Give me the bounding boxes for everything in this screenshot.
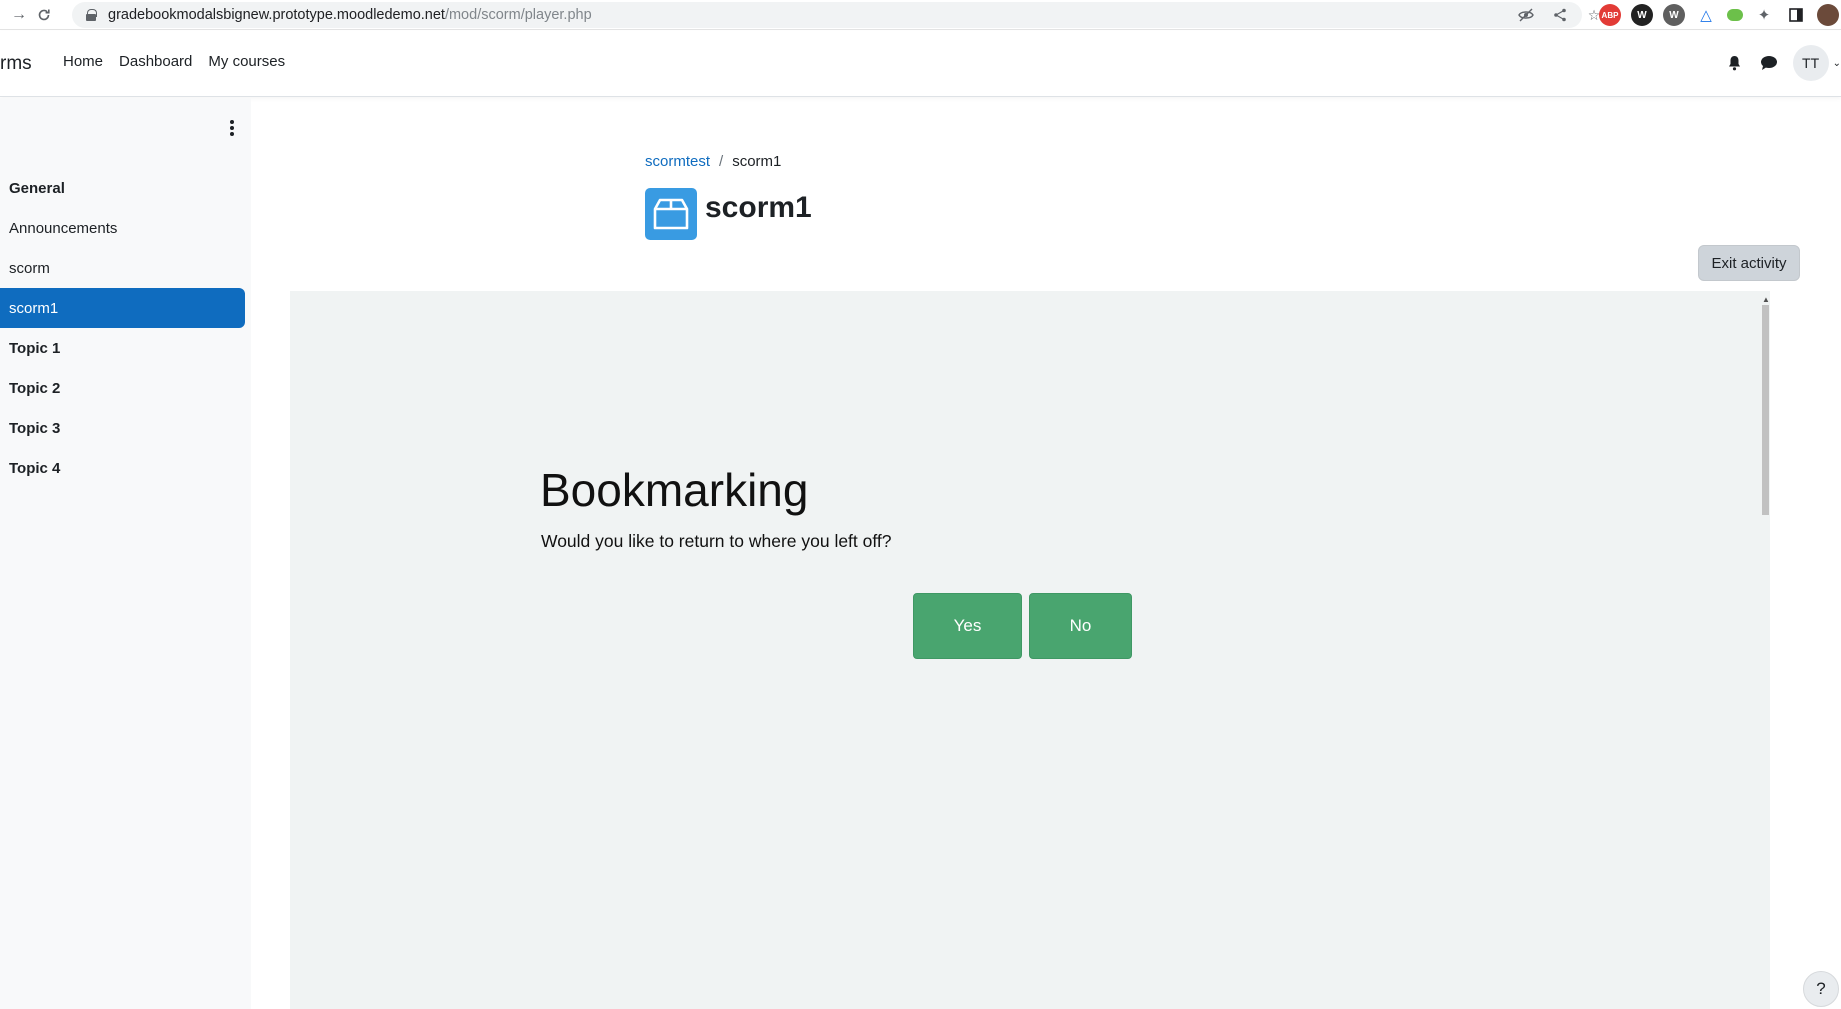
puzzle-icon[interactable]: ✦ — [1753, 4, 1775, 26]
course-index-section-general[interactable]: General — [0, 168, 245, 208]
course-index-activity-announcements[interactable]: Announcements — [0, 208, 245, 248]
course-index-activity-scorm1[interactable]: scorm1 — [0, 288, 245, 328]
course-index-drawer: General Announcements scorm scorm1 Topic… — [0, 98, 251, 1009]
bookmarking-question: Would you like to return to where you le… — [541, 531, 892, 551]
user-avatar[interactable]: TT — [1792, 45, 1829, 81]
reload-icon[interactable] — [33, 4, 55, 26]
breadcrumb-separator: / — [719, 153, 724, 170]
site-brand[interactable]: rms — [0, 53, 32, 75]
url-host: gradebookmodalsbignew.prototype.moodlede… — [108, 7, 445, 23]
extension-w-dark-icon[interactable]: W — [1631, 4, 1653, 26]
nav-my-courses-link[interactable]: My courses — [208, 53, 285, 70]
scorm-package-icon — [645, 188, 697, 240]
player-scrollbar[interactable]: ▲ — [1760, 291, 1770, 1009]
breadcrumb: scormtest / scorm1 — [645, 153, 781, 170]
bookmark-yes-button[interactable]: Yes — [913, 593, 1022, 659]
breadcrumb-course-link[interactable]: scormtest — [645, 153, 710, 170]
wordpress-icon[interactable]: W — [1663, 4, 1685, 26]
lock-icon[interactable] — [86, 9, 97, 21]
scrollbar-thumb[interactable] — [1762, 305, 1769, 515]
scroll-up-arrow-icon[interactable]: ▲ — [1762, 295, 1770, 304]
course-index-activity-scorm[interactable]: scorm — [0, 248, 245, 288]
bookmark-no-button[interactable]: No — [1029, 593, 1132, 659]
address-bar[interactable]: gradebookmodalsbignew.prototype.moodlede… — [72, 2, 1582, 28]
site-navbar: rms Home Dashboard My courses TT ⌄ — [0, 31, 1841, 97]
course-index-section-topic-2[interactable]: Topic 2 — [0, 368, 245, 408]
course-index-section-topic-1[interactable]: Topic 1 — [0, 328, 245, 368]
breadcrumb-current: scorm1 — [732, 153, 782, 170]
eye-slash-icon[interactable] — [1517, 6, 1535, 24]
course-index: General Announcements scorm scorm1 Topic… — [0, 168, 245, 488]
exit-activity-button[interactable]: Exit activity — [1698, 245, 1800, 281]
page-title: scorm1 — [705, 191, 812, 224]
delta-icon[interactable]: △ — [1695, 4, 1717, 26]
bookmarking-heading: Bookmarking — [540, 464, 809, 516]
side-panel-icon[interactable] — [1785, 4, 1807, 26]
page-header: scorm1 — [645, 188, 812, 240]
primary-navigation: Home Dashboard My courses — [63, 53, 285, 70]
help-button[interactable]: ? — [1803, 971, 1839, 1007]
notification-bell-icon[interactable] — [1725, 53, 1745, 73]
course-index-section-topic-4[interactable]: Topic 4 — [0, 448, 245, 488]
drawer-options-icon[interactable] — [224, 118, 240, 138]
messages-icon[interactable] — [1759, 53, 1779, 73]
scorm-player-frame: Bookmarking Would you like to return to … — [290, 291, 1770, 1009]
url-path: /mod/scorm/player.php — [444, 7, 592, 23]
profile-avatar-icon[interactable] — [1817, 4, 1839, 26]
adblock-plus-icon[interactable]: ABP — [1599, 4, 1621, 26]
chevron-down-icon[interactable]: ⌄ — [1833, 58, 1841, 69]
nav-dashboard-link[interactable]: Dashboard — [119, 53, 192, 70]
course-index-section-topic-3[interactable]: Topic 3 — [0, 408, 245, 448]
share-icon[interactable] — [1551, 6, 1569, 24]
nav-home-link[interactable]: Home — [63, 53, 103, 70]
forward-icon[interactable]: → — [8, 4, 30, 26]
browser-toolbar: → gradebookmodalsbignew.prototype.moodle… — [0, 0, 1841, 30]
green-extension-icon[interactable] — [1727, 9, 1743, 21]
